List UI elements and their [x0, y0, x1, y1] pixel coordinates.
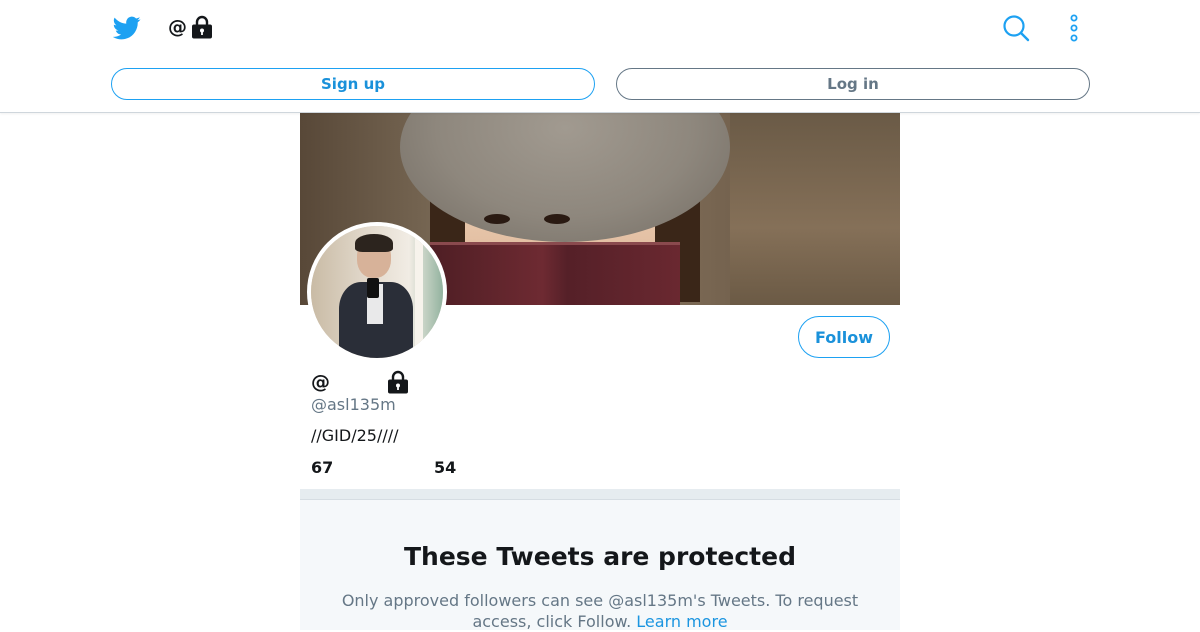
login-button[interactable]: Log in	[616, 68, 1090, 100]
stat-count-2[interactable]: 54	[434, 458, 456, 477]
profile-display-name: @	[311, 370, 409, 394]
lock-icon	[192, 15, 212, 39]
search-icon[interactable]	[1002, 14, 1030, 42]
avatar[interactable]	[307, 222, 447, 362]
protected-message-text: Only approved followers can see @asl135m…	[341, 591, 859, 631]
header-account-title: @	[168, 15, 213, 39]
profile-column: Follow @ @asl135m //GID/25//// 67 54 The…	[300, 112, 900, 632]
profile-name-at: @	[311, 371, 330, 393]
profile-handle: @asl135m	[311, 395, 396, 414]
learn-more-link[interactable]: Learn more	[636, 612, 727, 631]
signup-button[interactable]: Sign up	[111, 68, 595, 100]
header-account-at: @	[168, 16, 187, 38]
protected-title: These Tweets are protected	[404, 542, 796, 571]
top-navigation-bar: @ Sign up Log in	[0, 0, 1200, 113]
twitter-bird-icon[interactable]	[113, 14, 141, 42]
protected-tweets-notice: These Tweets are protected Only approved…	[300, 500, 900, 632]
lock-icon	[388, 370, 408, 394]
follow-button[interactable]: Follow	[798, 316, 890, 358]
stat-count-1[interactable]: 67	[311, 458, 434, 477]
profile-stats: 67 54	[311, 458, 456, 477]
profile-bio: //GID/25////	[311, 426, 399, 445]
more-vertical-icon[interactable]	[1066, 14, 1082, 42]
section-divider	[300, 489, 900, 500]
protected-message: Only approved followers can see @asl135m…	[336, 590, 864, 632]
